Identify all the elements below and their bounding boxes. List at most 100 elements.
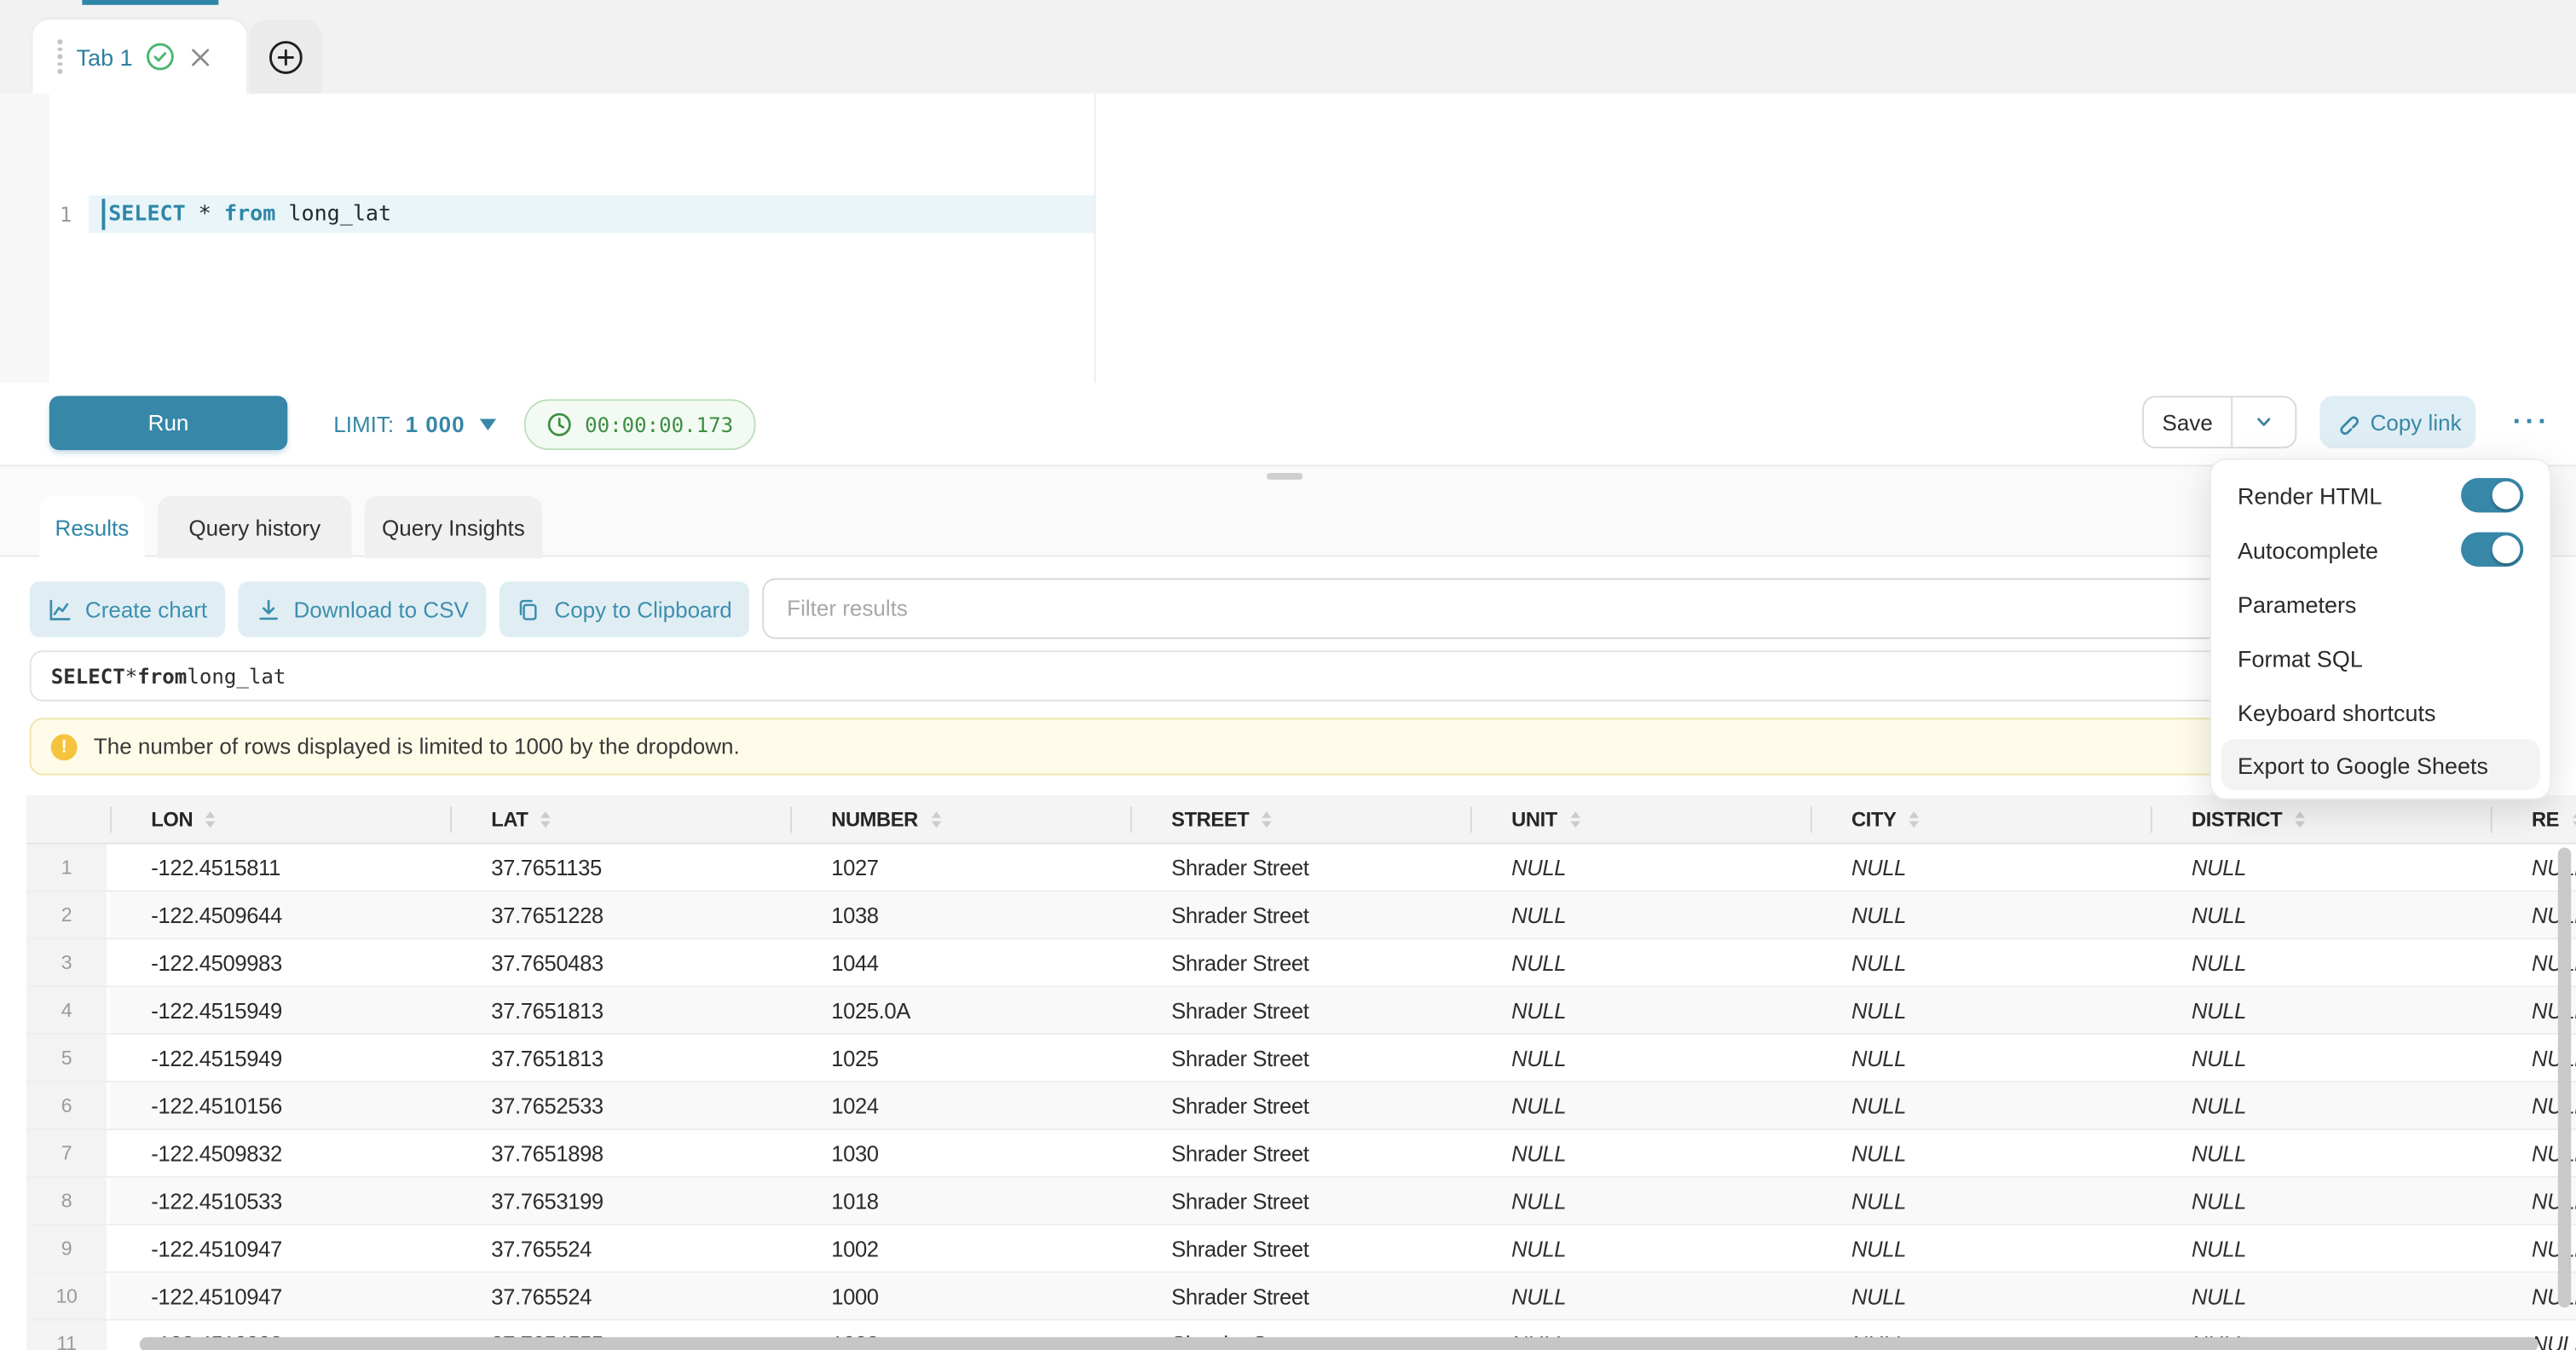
table-cell[interactable]: Shrader Street — [1130, 892, 1470, 938]
table-cell[interactable]: Shrader Street — [1130, 1130, 1470, 1176]
drag-handle-icon[interactable] — [57, 40, 61, 74]
menu-item-format-sql[interactable]: Format SQL — [2211, 631, 2550, 685]
sort-icon[interactable] — [1570, 811, 1580, 827]
sort-icon[interactable] — [2296, 811, 2306, 827]
table-cell[interactable]: Shrader Street — [1130, 1178, 1470, 1224]
table-cell[interactable]: NULL — [1470, 1082, 1811, 1128]
save-options-button[interactable] — [2231, 397, 2295, 447]
table-cell[interactable]: NULL — [1811, 892, 2151, 938]
panel-resize-handle[interactable] — [1267, 473, 1302, 480]
table-cell[interactable]: NULL — [2151, 987, 2491, 1033]
table-cell[interactable]: -122.4515949 — [110, 1035, 450, 1081]
tab-results[interactable]: Results — [39, 496, 144, 558]
sort-icon[interactable] — [1909, 811, 1920, 827]
column-header[interactable]: LAT — [450, 795, 790, 843]
table-cell[interactable]: NULL — [1470, 987, 1811, 1033]
tab-query-insights[interactable]: Query Insights — [365, 496, 542, 558]
column-header[interactable]: STREET — [1130, 795, 1470, 843]
column-header[interactable]: UNIT — [1470, 795, 1811, 843]
create-chart-button[interactable]: Create chart — [30, 581, 225, 638]
menu-item-keyboard-shortcuts[interactable]: Keyboard shortcuts — [2211, 685, 2550, 740]
table-cell[interactable]: NULL — [2151, 1226, 2491, 1272]
table-cell[interactable]: 37.7651898 — [450, 1130, 790, 1176]
table-cell[interactable]: NULL — [2151, 845, 2491, 891]
table-cell[interactable]: NULL — [1470, 1273, 1811, 1319]
run-button[interactable]: Run — [49, 395, 287, 450]
sql-code-line[interactable]: SELECT * from long_lat — [108, 195, 391, 233]
table-cell[interactable]: Shrader Street — [1130, 845, 1470, 891]
table-cell[interactable]: NULL — [1811, 1130, 2151, 1176]
sort-icon[interactable] — [541, 811, 552, 827]
more-options-button[interactable]: ··· — [2500, 395, 2562, 448]
save-button[interactable]: Save — [2144, 397, 2231, 447]
table-cell[interactable]: -122.4515949 — [110, 987, 450, 1033]
column-header[interactable]: DISTRICT — [2151, 795, 2491, 843]
table-cell[interactable]: NULL — [1811, 939, 2151, 985]
row-number-cell[interactable]: 2 — [26, 892, 110, 938]
table-cell[interactable]: -122.4509644 — [110, 892, 450, 938]
render-html-toggle-on[interactable] — [2461, 478, 2523, 512]
table-cell[interactable]: 1024 — [790, 1082, 1130, 1128]
table-cell[interactable]: NULL — [1470, 845, 1811, 891]
sort-icon[interactable] — [1262, 811, 1273, 827]
row-number-cell[interactable]: 8 — [26, 1178, 110, 1224]
tab-query-history[interactable]: Query history — [158, 496, 351, 558]
column-header[interactable]: LON — [110, 795, 450, 843]
table-cell[interactable]: NULL — [1811, 1082, 2151, 1128]
table-cell[interactable]: Shrader Street — [1130, 1226, 1470, 1272]
table-cell[interactable]: NULL — [2151, 1130, 2491, 1176]
table-cell[interactable]: NULL — [2151, 1082, 2491, 1128]
table-cell[interactable]: NULL — [1470, 1226, 1811, 1272]
table-cell[interactable]: -122.4515811 — [110, 845, 450, 891]
table-cell[interactable]: NULL — [1470, 1130, 1811, 1176]
table-cell[interactable]: NULL — [1470, 892, 1811, 938]
table-cell[interactable]: -122.4510947 — [110, 1273, 450, 1319]
row-number-cell[interactable]: 3 — [26, 939, 110, 985]
table-cell[interactable]: -122.4510947 — [110, 1226, 450, 1272]
table-cell[interactable]: Shrader Street — [1130, 1273, 1470, 1319]
table-cell[interactable]: 1025 — [790, 1035, 1130, 1081]
table-cell[interactable]: -122.4510156 — [110, 1082, 450, 1128]
table-cell[interactable]: Shrader Street — [1130, 987, 1470, 1033]
table-cell[interactable]: 1027 — [790, 845, 1130, 891]
row-number-cell[interactable]: 6 — [26, 1082, 110, 1128]
autocomplete-toggle-on[interactable] — [2461, 532, 2523, 566]
row-number-cell[interactable]: 4 — [26, 987, 110, 1033]
close-icon[interactable] — [190, 47, 210, 66]
sort-icon[interactable] — [206, 811, 217, 827]
sort-icon[interactable] — [931, 811, 941, 827]
table-cell[interactable]: 37.7651813 — [450, 987, 790, 1033]
table-cell[interactable]: -122.4509983 — [110, 939, 450, 985]
menu-item-parameters[interactable]: Parameters — [2211, 576, 2550, 631]
table-cell[interactable]: NULL — [2151, 1178, 2491, 1224]
column-header[interactable]: NUMBER — [790, 795, 1130, 843]
limit-dropdown[interactable]: LIMIT: 1 000 — [333, 383, 496, 464]
column-header[interactable]: RE — [2491, 795, 2576, 843]
table-cell[interactable]: 1025.0A — [790, 987, 1130, 1033]
horizontal-scrollbar[interactable] — [140, 1337, 2538, 1350]
row-number-cell[interactable]: 11 — [26, 1321, 110, 1350]
tab-tab1[interactable]: Tab 1 — [33, 20, 247, 94]
table-cell[interactable]: NULL — [1811, 1273, 2151, 1319]
table-cell[interactable]: 1038 — [790, 892, 1130, 938]
table-cell[interactable]: 37.765524 — [450, 1273, 790, 1319]
sort-icon[interactable] — [2573, 811, 2576, 827]
table-cell[interactable]: 1000 — [790, 1273, 1130, 1319]
table-cell[interactable]: -122.4510533 — [110, 1178, 450, 1224]
table-cell[interactable]: Shrader Street — [1130, 1035, 1470, 1081]
table-cell[interactable]: 37.7653199 — [450, 1178, 790, 1224]
tab-label[interactable]: Tab 1 — [77, 43, 133, 70]
table-cell[interactable]: NULL — [1470, 1035, 1811, 1081]
table-cell[interactable]: NULL — [1811, 1226, 2151, 1272]
table-cell[interactable]: NULL — [1470, 939, 1811, 985]
menu-item-render-html[interactable]: Render HTML — [2211, 468, 2550, 522]
row-number-cell[interactable]: 10 — [26, 1273, 110, 1319]
table-cell[interactable]: NULL — [1811, 1035, 2151, 1081]
menu-item-export-google-sheets[interactable]: Export to Google Sheets — [2221, 739, 2540, 790]
table-cell[interactable]: -122.4509832 — [110, 1130, 450, 1176]
table-cell[interactable]: 1044 — [790, 939, 1130, 985]
table-cell[interactable]: NULL — [1470, 1178, 1811, 1224]
copy-clipboard-button[interactable]: Copy to Clipboard — [500, 581, 749, 638]
table-cell[interactable]: 1018 — [790, 1178, 1130, 1224]
table-cell[interactable]: 37.7651228 — [450, 892, 790, 938]
